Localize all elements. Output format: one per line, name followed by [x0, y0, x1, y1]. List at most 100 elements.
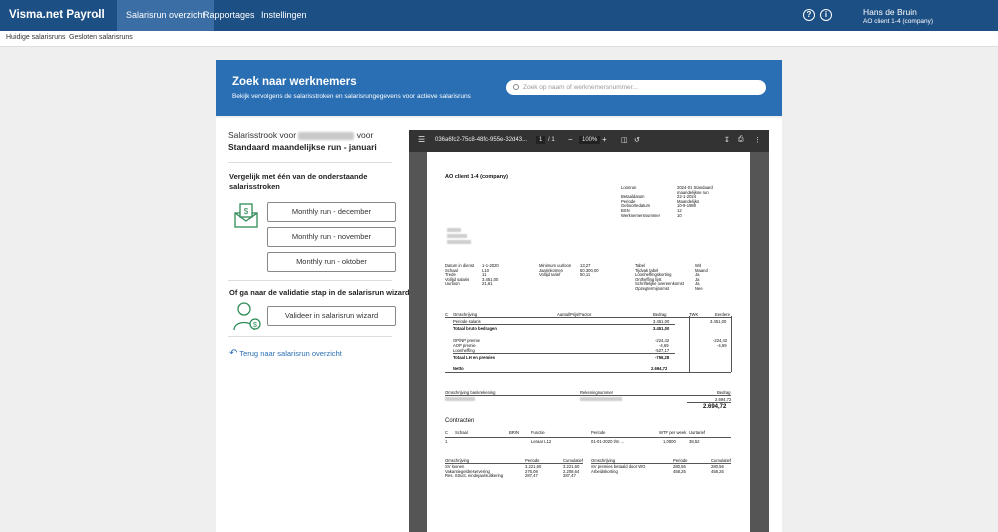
pdf-contract-th: Periode	[591, 430, 606, 435]
svg-text:$: $	[244, 207, 249, 216]
pdf-rule	[689, 316, 690, 372]
pdf-row-amount: -756,28	[655, 355, 670, 360]
redacted-address	[447, 240, 471, 244]
pdf-info-col1-labels: Datum in dienst Schaal Trede Vollijd sal…	[445, 263, 474, 287]
pdf-meta-label: Werknemersnummer	[621, 212, 661, 218]
pdf-contracts-title: Contracten	[445, 418, 475, 424]
pdf-bottom-right-cumulatief: 280,56 458,25	[711, 464, 724, 474]
pdf-contract-cell: Leraar L12	[531, 439, 552, 444]
pdf-rule	[687, 402, 731, 403]
pdf-row-label: Totaal bruto bedragen	[453, 326, 497, 331]
pdf-meta-labels: Loonrun Betaaldatum Periode Geboortedatu…	[621, 185, 661, 218]
fit-page-icon[interactable]: ◫	[621, 136, 628, 144]
compare-title: Vergelijk met één van de onderstaande sa…	[229, 172, 368, 191]
help-icon[interactable]: ?	[803, 9, 815, 21]
rotate-icon[interactable]: ↺	[634, 136, 640, 144]
pdf-contract-cell: 1	[445, 439, 448, 444]
pdf-rule	[731, 316, 732, 372]
more-options-icon[interactable]: ⋮	[754, 136, 761, 144]
redacted-address	[447, 228, 461, 232]
pdf-bottom-cell: 458,25	[711, 468, 724, 474]
tab-huidige-salarisruns[interactable]: Huidige salarisruns	[6, 34, 66, 41]
back-link[interactable]: ↶ Terug naar salarisrun overzicht	[229, 348, 342, 359]
sub-navigation: Huidige salarisruns Gesloten salarisruns	[0, 31, 998, 47]
pdf-contract-cell: 38,52	[689, 439, 700, 444]
validate-wizard-button[interactable]: Valideer in salarisrun wizard	[267, 306, 396, 326]
back-arrow-icon: ↶	[229, 348, 238, 359]
pdf-rule	[453, 324, 675, 325]
zoom-in-icon[interactable]: +	[602, 135, 607, 144]
pdf-info-col3-values: Wit Maand Ja Ja Ja Nee	[695, 263, 708, 292]
wizard-title: Of ga naar de validatie stap in de salar…	[229, 288, 410, 297]
payslip-prefix: Salarisstrook voor	[228, 130, 297, 140]
banner-title: Zoek naar werknemers	[232, 76, 357, 88]
pdf-info-col2-values: 13,27 50.300,00 50,11	[580, 263, 599, 278]
pdf-row-label: Netto	[453, 366, 464, 371]
zoom-level[interactable]: 100%	[579, 136, 601, 144]
pdf-info-col3-labels: Tabel Tijdvak tabel Loonheffingskorting …	[635, 263, 684, 292]
pdf-info-col2-labels: Minimum uurloon Jaarinkomen Vollijd tari…	[539, 263, 571, 278]
divider	[228, 336, 392, 337]
pdf-bottom-right-labels: SV premies betaald door WG Arbeidskortin…	[591, 464, 645, 474]
svg-text:$: $	[253, 322, 257, 329]
pdf-row-earlier: 3.451,00	[710, 319, 727, 324]
top-navigation-bar: Visma.net Payroll ⌄ Salarisrun overzicht…	[0, 0, 998, 31]
pdf-bank-total: 2.694,72	[703, 404, 727, 410]
tab-gesloten-salarisruns[interactable]: Gesloten salarisruns	[69, 34, 133, 41]
chevron-down-icon[interactable]: ⌄	[94, 9, 102, 20]
redacted-account-number	[580, 397, 622, 401]
pdf-bottom-cell: Res. Struct. eindejaarsuitkering	[445, 473, 504, 479]
back-link-label: Terug naar salarisrun overzicht	[239, 349, 342, 358]
print-icon[interactable]: ⎙	[738, 136, 744, 144]
divider	[228, 162, 392, 163]
pdf-filename: 036a6fc2-75c8-48fc-955e-32d43...	[435, 137, 528, 143]
user-name[interactable]: Hans de Bruin	[863, 7, 917, 17]
zoom-out-icon[interactable]: −	[568, 135, 573, 144]
divider	[228, 280, 392, 281]
pdf-contract-th: BRIN	[509, 430, 520, 435]
compare-run-december-button[interactable]: Monthly run - december	[267, 202, 396, 222]
page-total: / 1	[548, 137, 555, 143]
pdf-bottom-left-cumulatief: 3.221,60 2.208,64 287,47	[563, 464, 579, 479]
download-icon[interactable]: ↧	[724, 136, 730, 144]
payslip-heading: Salarisstrook voor voor	[228, 130, 373, 140]
employee-search-banner: Zoek naar werknemers Bekijk vervolgens d…	[216, 60, 782, 116]
pdf-bottom-right-periode: 280,56 458,25	[673, 464, 686, 474]
employee-search-input[interactable]: Zoek op naam of werknemersnummer...	[506, 80, 766, 95]
payslip-pdf-page: AO client 1-4 (company) Loonrun Betaalda…	[427, 152, 750, 532]
banner-subtitle: Bekijk vervolgens de salarisstroken en s…	[232, 93, 471, 100]
pdf-row-label: Totaal LH en premies	[453, 355, 496, 360]
pdf-bottom-left-periode: 3.221,60 276,08 287,47	[525, 464, 541, 479]
pdf-row-amount: 3.451,00	[653, 326, 670, 331]
pdf-contract-cell: 1,0000	[663, 439, 676, 444]
page-number-input[interactable]: 1	[536, 136, 546, 144]
pdf-viewer: ☰ 036a6fc2-75c8-48fc-955e-32d43... 1 / 1…	[409, 130, 769, 532]
pdf-rule	[445, 395, 731, 396]
pdf-contract-th: Schaal	[455, 430, 468, 435]
pdf-contract-th: C	[445, 430, 449, 435]
pdf-bottom-cell: 287,47	[563, 473, 576, 479]
pdf-meta-values: 2024-01 Standaard maandelijkse run 22-1-…	[677, 185, 713, 218]
payslip-envelope-icon: $	[232, 202, 260, 230]
menu-icon[interactable]: ☰	[418, 135, 425, 144]
info-icon[interactable]: i	[820, 9, 832, 21]
payslip-run-name: Standaard maandelijkse run - januari	[228, 142, 377, 152]
compare-run-oktober-button[interactable]: Monthly run - oktober	[267, 252, 396, 272]
pdf-bottom-cell: 287,47	[525, 473, 538, 479]
pdf-row-amount: 2.694,72	[651, 366, 668, 371]
pdf-bottom-cell: Arbeidskorting	[591, 468, 618, 474]
pdf-info-label: Opzegtermijnomst	[635, 285, 669, 291]
pdf-bottom-cell: 458,25	[673, 468, 686, 474]
pdf-rule	[453, 353, 675, 354]
pdf-info-value: Nee	[695, 285, 703, 291]
user-company: AO client 1-4 (company)	[863, 18, 934, 25]
nav-instellingen[interactable]: Instellingen	[252, 0, 316, 31]
app-brand[interactable]: Visma.net Payroll	[9, 9, 105, 21]
person-money-icon: $	[232, 300, 262, 332]
pdf-info-value: 21,61	[482, 281, 493, 287]
redacted-address	[447, 234, 467, 238]
compare-run-november-button[interactable]: Monthly run - november	[267, 227, 396, 247]
pdf-meta-value: 10	[677, 212, 682, 218]
payslip-suffix: voor	[356, 130, 374, 140]
pdf-toolbar: ☰ 036a6fc2-75c8-48fc-955e-32d43... 1 / 1…	[409, 130, 769, 152]
